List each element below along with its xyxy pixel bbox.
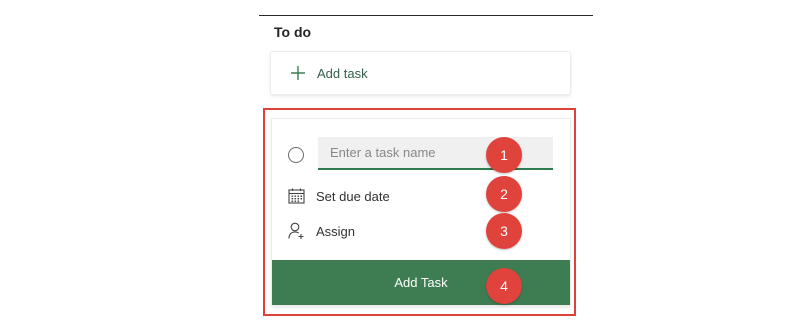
add-task-label: Add task bbox=[317, 66, 368, 81]
add-task-submit-button[interactable]: Add Task bbox=[272, 260, 570, 305]
planner-bucket-column: To do Add task Set due date Assign Add T… bbox=[0, 0, 800, 331]
set-due-date-label: Set due date bbox=[316, 189, 390, 204]
callout-marker-1: 1 bbox=[486, 137, 522, 173]
callout-marker-2: 2 bbox=[486, 176, 522, 212]
callout-marker-3: 3 bbox=[486, 213, 522, 249]
person-add-icon bbox=[288, 222, 304, 239]
bucket-title: To do bbox=[274, 24, 312, 40]
callout-marker-4: 4 bbox=[486, 268, 522, 304]
assign-label: Assign bbox=[316, 224, 356, 239]
calendar-icon bbox=[288, 188, 305, 204]
assign-button[interactable] bbox=[280, 217, 480, 245]
plus-icon bbox=[291, 66, 305, 80]
circle-icon[interactable] bbox=[288, 147, 304, 163]
column-divider bbox=[259, 15, 593, 16]
add-task-button[interactable] bbox=[271, 52, 570, 94]
